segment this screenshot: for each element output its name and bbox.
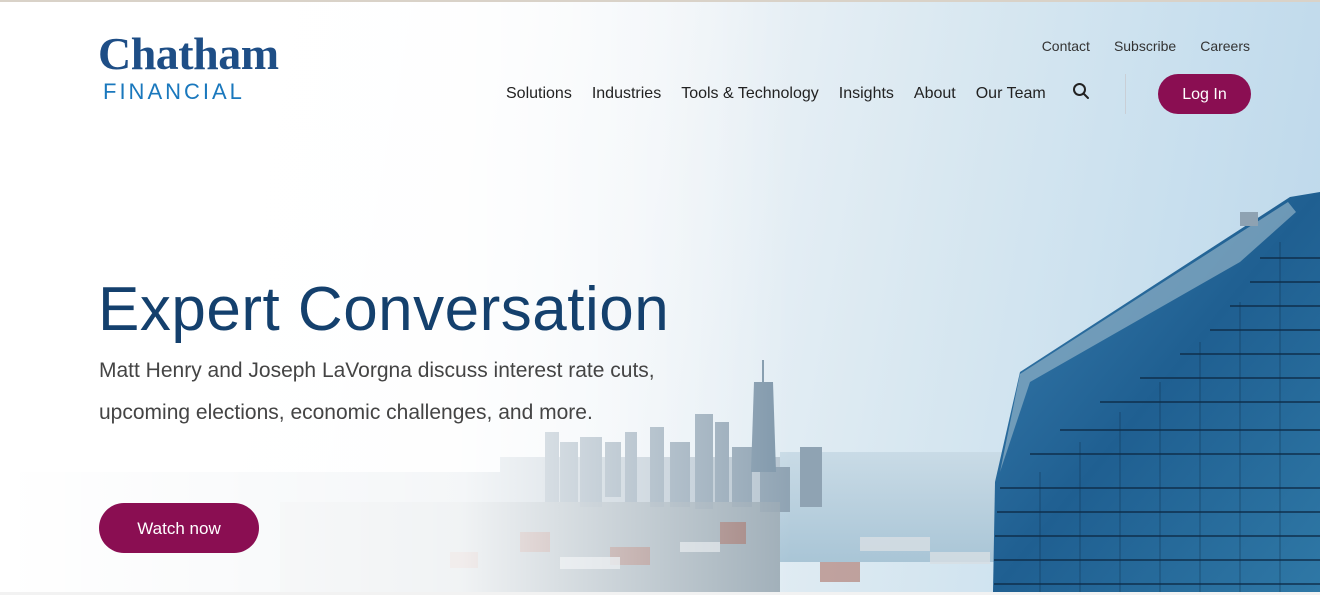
subscribe-link[interactable]: Subscribe (1114, 38, 1176, 54)
nav-item-our-team[interactable]: Our Team (976, 84, 1046, 104)
search-icon (1073, 83, 1089, 99)
login-button[interactable]: Log In (1158, 74, 1251, 114)
hero-description: Matt Henry and Joseph LaVorgna discuss i… (99, 359, 655, 424)
main-nav: Solutions Industries Tools & Technology … (506, 84, 1046, 104)
utility-nav: Contact Subscribe Careers (1042, 38, 1250, 54)
watch-now-button[interactable]: Watch now (99, 503, 259, 553)
nav-item-about[interactable]: About (914, 84, 956, 104)
nav-divider (1125, 74, 1126, 114)
nav-item-insights[interactable]: Insights (839, 84, 894, 104)
hero-section: Chatham FINANCIAL Contact Subscribe Care… (0, 2, 1320, 592)
nav-item-industries[interactable]: Industries (592, 84, 661, 104)
careers-link[interactable]: Careers (1200, 38, 1250, 54)
logo-wordmark: Chatham (98, 28, 279, 79)
search-button[interactable] (1072, 82, 1090, 100)
hero-title: Expert Conversation (98, 275, 670, 344)
nav-item-solutions[interactable]: Solutions (506, 84, 572, 104)
logo-subtitle: FINANCIAL (103, 79, 245, 104)
contact-link[interactable]: Contact (1042, 38, 1090, 54)
chatham-financial-logo[interactable]: Chatham FINANCIAL (98, 30, 318, 110)
nav-item-tools-technology[interactable]: Tools & Technology (681, 84, 819, 104)
